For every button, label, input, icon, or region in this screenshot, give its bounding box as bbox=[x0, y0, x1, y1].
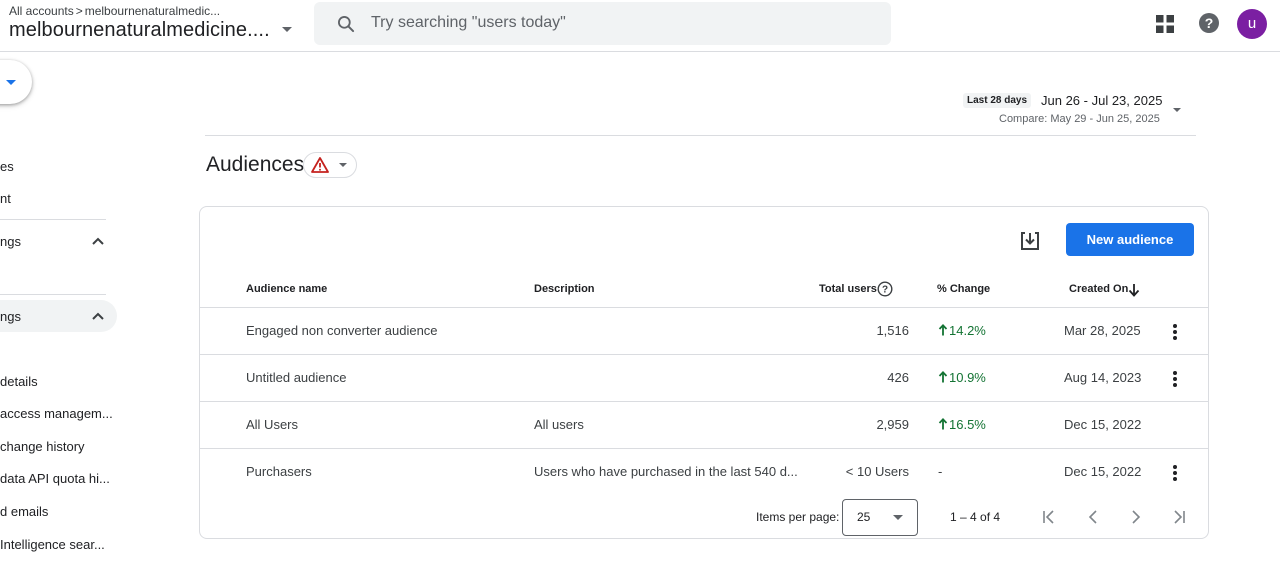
date-range[interactable]: Jun 26 - Jul 23, 2025 bbox=[1041, 93, 1162, 108]
table-row[interactable]: Untitled audience 426 10.9% Aug 14, 2023 bbox=[200, 354, 1208, 401]
download-icon[interactable] bbox=[1019, 230, 1041, 252]
percent-change: 16.5% bbox=[938, 417, 986, 432]
change-value: 16.5% bbox=[949, 417, 986, 432]
audience-name[interactable]: Engaged non converter audience bbox=[246, 323, 438, 338]
change-value: 14.2% bbox=[949, 323, 986, 338]
chevron-up-icon[interactable] bbox=[92, 237, 104, 245]
created-on: Aug 14, 2023 bbox=[1064, 370, 1142, 385]
first-page-icon[interactable] bbox=[1041, 509, 1057, 525]
search-icon bbox=[338, 16, 355, 33]
breadcrumb-all-accounts[interactable]: All accounts bbox=[9, 4, 74, 18]
sidebar-item-change-history[interactable]: change history bbox=[0, 439, 85, 454]
created-on: Mar 28, 2025 bbox=[1064, 323, 1141, 338]
arrow-up-icon bbox=[938, 324, 948, 336]
avatar[interactable]: u bbox=[1237, 9, 1267, 39]
breadcrumb[interactable]: All accounts > melbournenaturalmedic... bbox=[9, 4, 220, 18]
arrow-down-icon[interactable] bbox=[1128, 283, 1140, 297]
total-users: 426 bbox=[887, 370, 909, 385]
percent-change: 10.9% bbox=[938, 370, 986, 385]
top-bar: All accounts > melbournenaturalmedic... me… bbox=[0, 0, 1280, 52]
audience-name[interactable]: Purchasers bbox=[246, 464, 312, 479]
audience-name[interactable]: Untitled audience bbox=[246, 370, 346, 385]
column-header-change[interactable]: % Change bbox=[937, 283, 990, 295]
sidebar-section-account-settings[interactable]: ngs bbox=[0, 309, 21, 324]
apps-grid-icon[interactable] bbox=[1156, 15, 1174, 33]
create-button[interactable] bbox=[0, 60, 32, 104]
column-header-total-users[interactable]: Total users bbox=[819, 283, 877, 295]
audience-description: All users bbox=[534, 417, 584, 432]
more-vert-icon[interactable] bbox=[1172, 464, 1178, 482]
page-title: Audiences bbox=[206, 153, 305, 176]
created-on: Dec 15, 2022 bbox=[1064, 464, 1142, 479]
breadcrumb-separator: > bbox=[75, 4, 83, 18]
search-bar[interactable]: Try searching "users today" bbox=[314, 2, 891, 45]
warning-icon bbox=[311, 157, 329, 173]
items-per-page-value: 25 bbox=[857, 510, 871, 524]
table-row[interactable]: Purchasers Users who have purchased in t… bbox=[200, 448, 1208, 495]
sidebar-section-property-settings[interactable]: ngs bbox=[0, 234, 21, 249]
divider bbox=[205, 135, 1196, 136]
warning-chip[interactable] bbox=[303, 152, 357, 178]
total-users: < 10 Users bbox=[845, 464, 909, 479]
sidebar-divider bbox=[0, 219, 106, 220]
caret-down-icon bbox=[339, 163, 347, 167]
svg-text:?: ? bbox=[1205, 15, 1214, 31]
percent-change: - bbox=[938, 464, 943, 479]
caret-down-icon[interactable] bbox=[282, 27, 292, 32]
created-on: Dec 15, 2022 bbox=[1064, 417, 1142, 432]
date-preset-chip[interactable]: Last 28 days bbox=[963, 93, 1032, 108]
compare-range[interactable]: Compare: May 29 - Jun 25, 2025 bbox=[999, 113, 1160, 125]
sidebar-item[interactable]: es bbox=[0, 159, 14, 174]
sidebar-item-access-management[interactable]: access managem... bbox=[0, 406, 113, 421]
more-vert-icon[interactable] bbox=[1172, 370, 1178, 388]
sidebar-item-emails[interactable]: d emails bbox=[0, 504, 48, 519]
audience-description: Users who have purchased in the last 540… bbox=[534, 464, 798, 479]
column-header-description[interactable]: Description bbox=[534, 283, 595, 295]
chevron-up-icon[interactable] bbox=[92, 312, 104, 320]
caret-down-icon bbox=[6, 80, 16, 85]
arrow-up-icon bbox=[938, 418, 948, 430]
change-value: 10.9% bbox=[949, 370, 986, 385]
total-users: 2,959 bbox=[876, 417, 909, 432]
sidebar-item[interactable]: nt bbox=[0, 191, 11, 206]
search-input[interactable]: Try searching "users today" bbox=[371, 14, 566, 32]
next-page-icon[interactable] bbox=[1128, 509, 1144, 525]
help-outline-icon[interactable]: ? bbox=[877, 281, 893, 297]
caret-down-icon[interactable] bbox=[1173, 108, 1181, 112]
breadcrumb-account[interactable]: melbournenaturalmedic... bbox=[85, 4, 220, 18]
percent-change: 14.2% bbox=[938, 323, 986, 338]
items-per-page-label: Items per page: bbox=[756, 510, 840, 524]
table-row[interactable]: Engaged non converter audience 1,516 14.… bbox=[200, 307, 1208, 354]
caret-down-icon bbox=[893, 515, 903, 520]
sidebar-divider bbox=[0, 294, 106, 295]
audience-name[interactable]: All Users bbox=[246, 417, 298, 432]
page-range: 1 – 4 of 4 bbox=[950, 510, 1001, 524]
column-header-created-on[interactable]: Created On bbox=[1069, 283, 1128, 295]
previous-page-icon[interactable] bbox=[1085, 509, 1101, 525]
sidebar-item-intelligence-search[interactable]: Intelligence sear... bbox=[0, 537, 105, 552]
column-header-name[interactable]: Audience name bbox=[246, 283, 327, 295]
new-audience-button[interactable]: New audience bbox=[1066, 223, 1194, 256]
arrow-up-icon bbox=[938, 371, 948, 383]
property-selector[interactable]: melbournenaturalmedicine.... bbox=[9, 19, 270, 42]
total-users: 1,516 bbox=[876, 323, 909, 338]
last-page-icon[interactable] bbox=[1171, 509, 1187, 525]
more-vert-icon[interactable] bbox=[1172, 323, 1178, 341]
sidebar-item-details[interactable]: details bbox=[0, 374, 38, 389]
help-icon[interactable]: ? bbox=[1199, 13, 1219, 33]
audiences-card: New audience Audience name Description T… bbox=[199, 206, 1209, 539]
items-per-page-select[interactable]: 25 bbox=[842, 499, 918, 536]
svg-text:?: ? bbox=[882, 285, 888, 296]
sidebar-item-api-quota[interactable]: data API quota hi... bbox=[0, 471, 110, 486]
table-row[interactable]: All Users All users 2,959 16.5% Dec 15, … bbox=[200, 401, 1208, 448]
